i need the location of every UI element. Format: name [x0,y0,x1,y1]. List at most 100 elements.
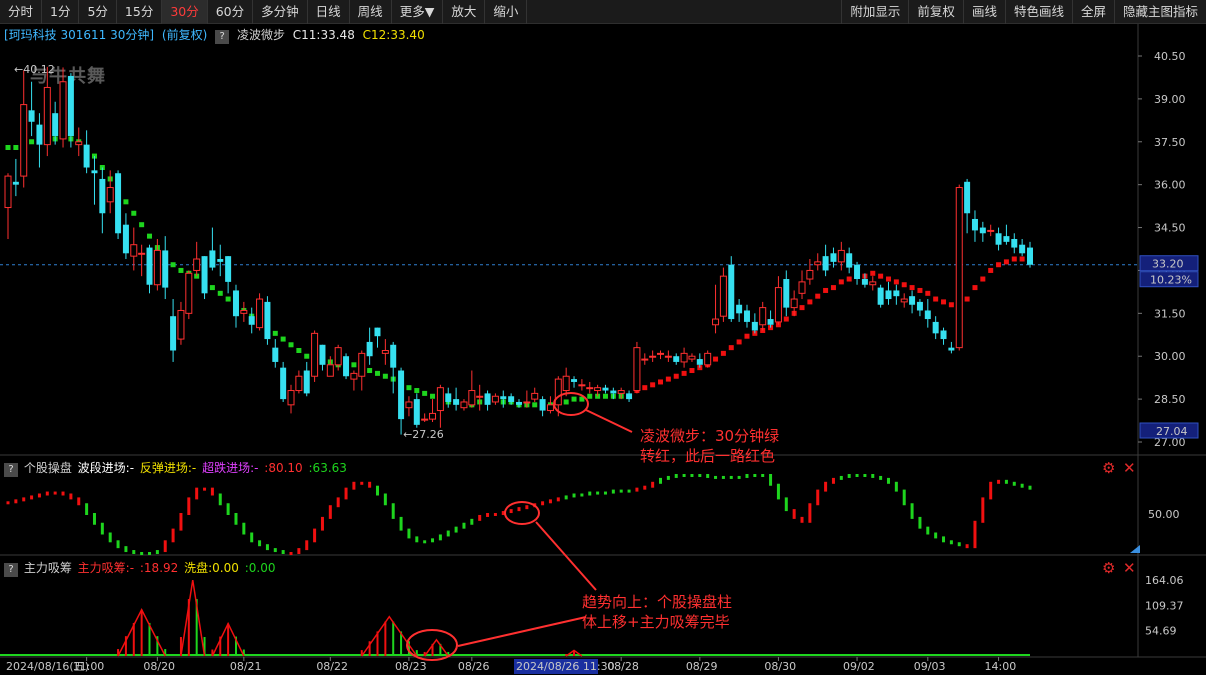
price-axis-label: 30.00 [1154,350,1186,363]
caopan-bar [218,493,222,506]
candle-body [626,393,633,400]
candle-body [303,370,310,394]
time-axis-label: 11:00 [73,660,105,673]
lingbo-marker [799,305,805,311]
candle-body [571,379,578,382]
candle-body [790,298,798,309]
caopan-bar [509,509,513,514]
caopan-bar [769,474,773,486]
chart-canvas[interactable]: 40.5039.0037.5036.0034.5033.0031.5030.00… [0,0,1206,675]
caopan-bar [391,503,395,519]
candle-body [1011,238,1018,248]
caopan-bar [30,495,34,500]
panel2-scroll-marker [1130,545,1140,553]
lingbo-marker [406,385,412,391]
caopan-bar [344,487,348,500]
time-axis-label: 09/02 [843,660,875,673]
candle-body [390,344,397,368]
caopan-bar [486,513,490,517]
candle-body [861,279,868,285]
caopan-bar [839,475,843,480]
candle-body [398,370,405,420]
caopan-bar [234,513,238,525]
lingbo-marker [382,373,388,379]
lingbo-marker [642,385,648,391]
caopan-bar [989,481,993,500]
candle-body [783,279,790,308]
caopan-bar [973,520,977,549]
caopan-bar [478,514,482,521]
caopan-bar [894,481,898,492]
lingbo-marker [170,262,176,268]
candle-body [995,233,1002,245]
price-axis-label: 39.00 [1154,93,1186,106]
candle-body [193,258,201,271]
candle-body [366,341,373,357]
caopan-bar [525,505,529,510]
panel2-axis-label: 50.00 [1148,508,1180,521]
caopan-bar [816,489,820,506]
lingbo-marker [1019,256,1025,262]
caopan-bar [446,530,450,537]
candle-body [280,367,287,400]
candle-body [185,272,193,314]
candle-body [334,347,342,366]
candle-body [516,401,522,405]
price-axis-label: 40.50 [1154,50,1186,63]
low-marker: ←27.26 [403,428,444,441]
candle-body [774,287,782,323]
lingbo-marker [917,287,923,293]
candle-body [798,281,806,294]
candle-body [751,321,758,331]
candle-body [272,347,279,362]
caopan-bar [603,491,607,495]
caopan-bar [714,475,718,479]
time-axis-label: 08/22 [316,660,348,673]
candle-body [256,298,264,329]
caopan-bar [163,540,167,553]
caopan-bar [415,536,419,543]
candle-body [484,393,491,405]
caopan-bar [776,483,780,500]
candle-body [138,252,146,255]
candle-body [436,387,444,412]
lingbo-marker [713,356,719,362]
annotation-text: 趋势向上：个股操盘柱 [582,593,732,611]
lingbo-marker [948,302,954,308]
lingbo-marker [933,296,939,302]
caopan-bar [265,544,269,551]
lingbo-marker [885,276,891,282]
caopan-bar [981,497,985,523]
candle-body [869,281,877,286]
candle-body [854,264,861,280]
caopan-bar [517,507,521,512]
caopan-bar [383,493,387,506]
annotation-arrow [535,521,597,591]
candle-body [468,390,476,406]
candle-body [319,344,326,365]
candle-body [916,301,923,311]
caopan-bar [918,516,922,529]
price-axis-label: 31.50 [1154,307,1186,320]
xichou-envelope [180,579,206,657]
caopan-bar [250,532,254,543]
candle-body [696,359,703,365]
candle-body [971,218,978,231]
caopan-bar [808,503,812,523]
candle-body [99,178,106,214]
lingbo-marker [147,233,153,239]
caopan-bar [45,491,49,496]
lingbo-marker [131,210,137,216]
lingbo-marker [1003,259,1009,265]
lingbo-marker [964,296,970,302]
annotation-text: 转红，此后一路红色 [640,447,775,465]
caopan-bar [297,548,301,554]
caopan-bar [949,540,953,545]
lingbo-marker [280,336,286,342]
lingbo-marker [587,393,593,399]
candle-body [924,310,931,320]
candle-body [295,375,303,392]
annotation-arrow [457,616,587,647]
time-axis-label: 08/26 [458,660,490,673]
candle-body [225,256,232,282]
